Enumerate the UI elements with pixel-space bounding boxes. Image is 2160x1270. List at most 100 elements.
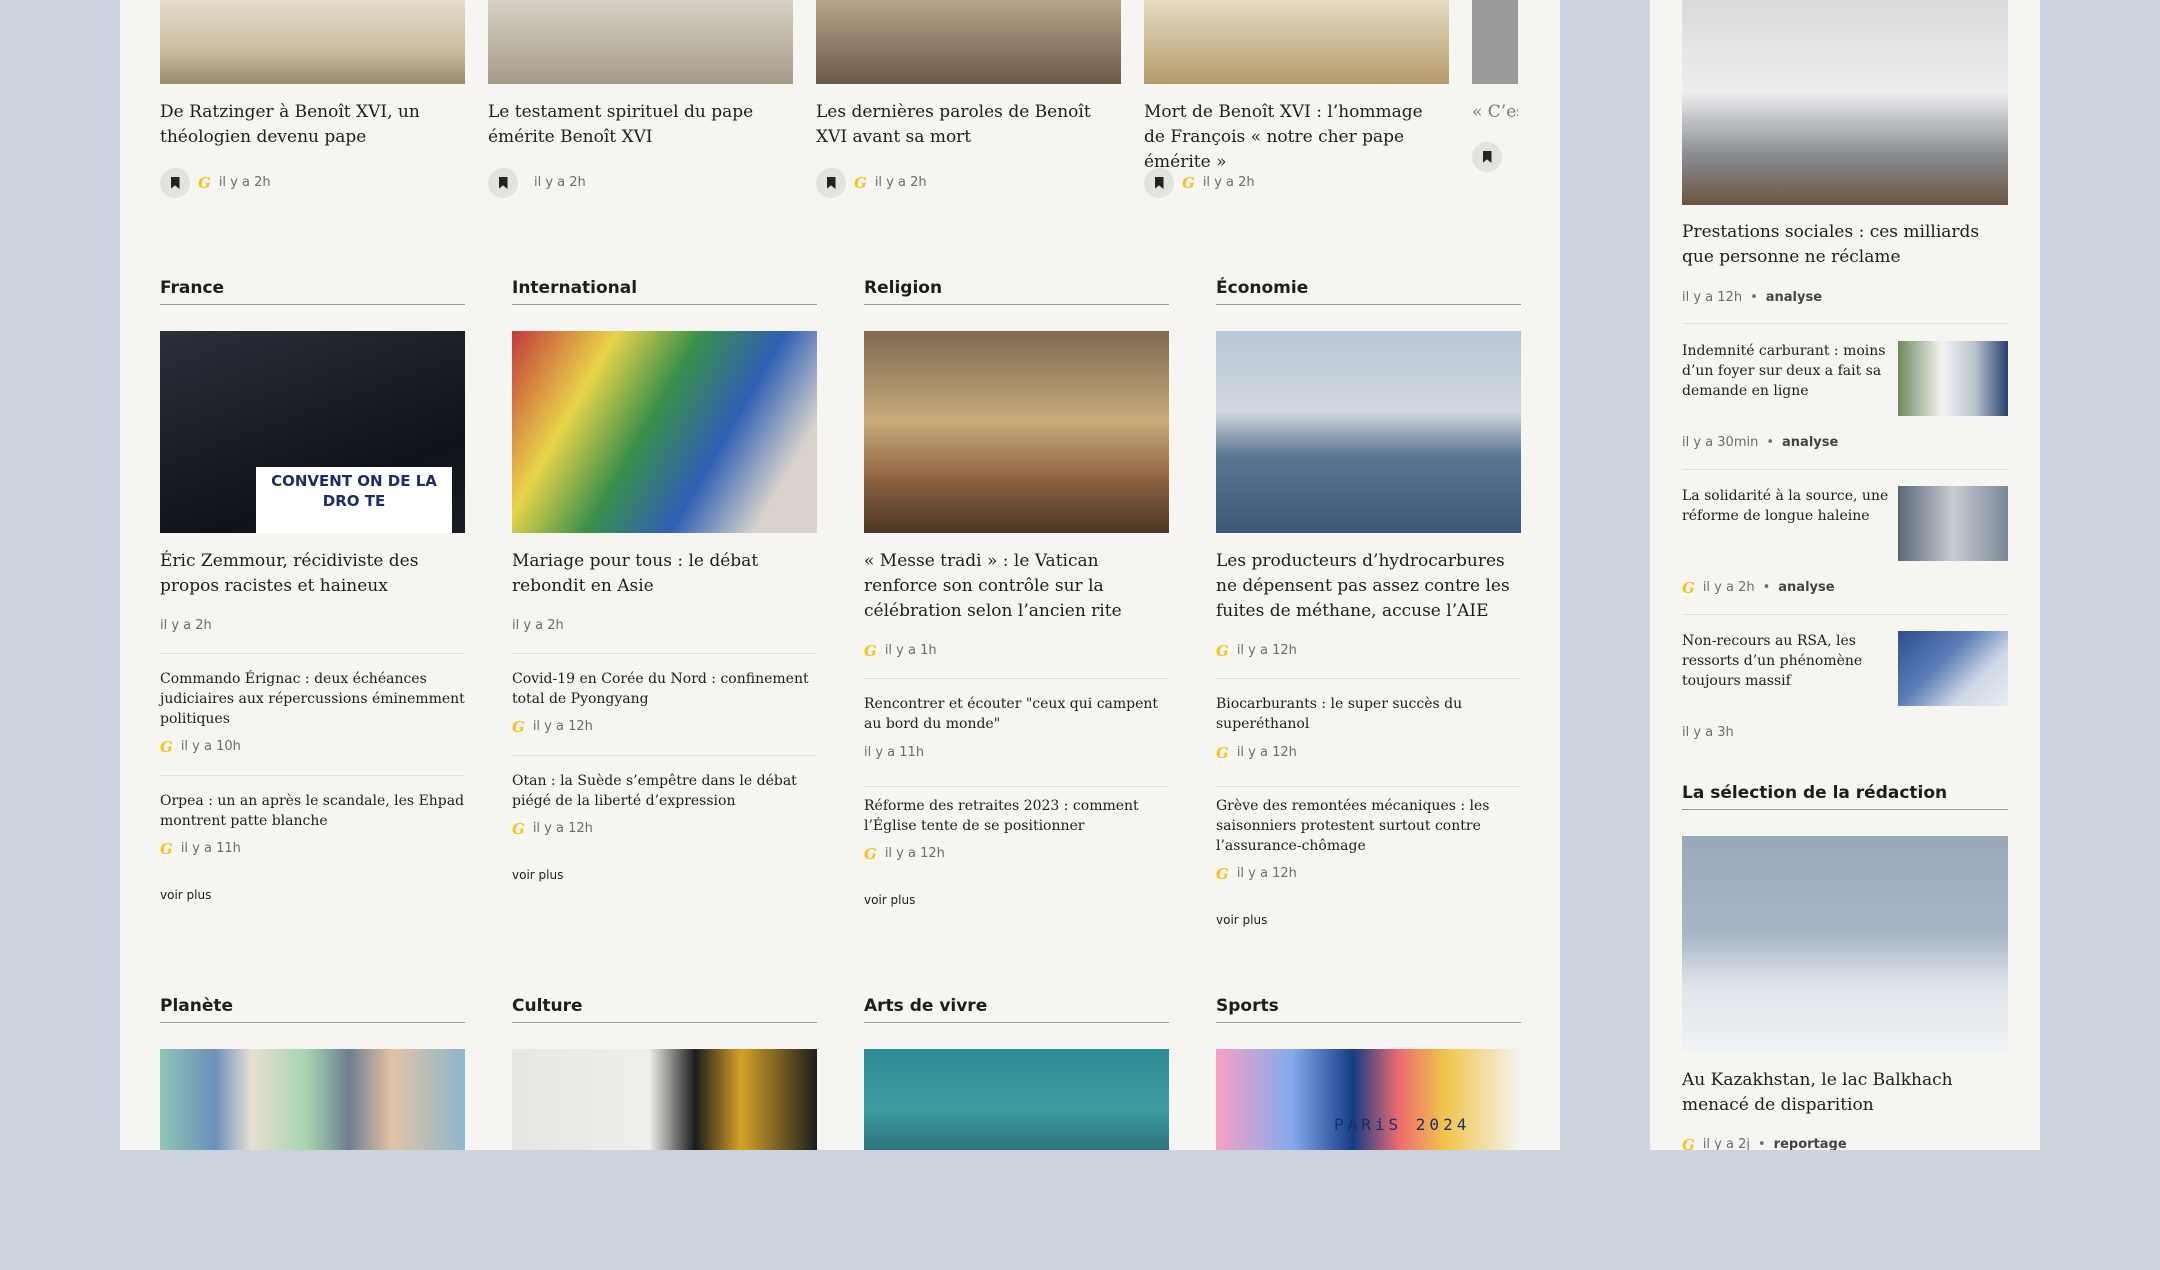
sidebar-item-image[interactable] — [1898, 341, 2008, 416]
sidebar-item-meta: G il y a 2h • analyse — [1682, 580, 1835, 596]
section-heading-culture[interactable]: Culture — [512, 996, 817, 1023]
selection-image[interactable] — [1682, 836, 2008, 1052]
section-heading[interactable]: International — [512, 278, 817, 305]
lead-title[interactable]: Éric Zemmour, récidiviste des propos rac… — [160, 549, 460, 599]
carousel-meta-2: il y a 2h — [488, 168, 586, 198]
section-heading-sports[interactable]: Sports — [1216, 996, 1521, 1023]
selection-heading[interactable]: La sélection de la rédaction — [1682, 783, 2008, 810]
premium-icon: G — [864, 642, 877, 660]
time-label: il y a 2h — [218, 175, 271, 190]
see-more-link[interactable]: voir plus — [1216, 913, 1267, 927]
sidebar-lead-title[interactable]: Prestations sociales : ces milliards que… — [1682, 220, 2008, 270]
time-label: il y a 2h — [874, 175, 927, 190]
list-item-title[interactable]: Covid-19 en Corée du Nord : confinement … — [512, 669, 817, 709]
planete-image[interactable] — [160, 1049, 465, 1150]
bookmark-icon[interactable] — [816, 168, 846, 198]
carousel-meta-4: G il y a 2h — [1144, 168, 1255, 198]
lead-image[interactable]: CONVENT ON DE LA DRO TE — [160, 331, 465, 533]
sidebar-item-title[interactable]: Indemnité carburant : moins d’un foyer s… — [1682, 341, 1892, 401]
tag-label: analyse — [1778, 580, 1835, 595]
list-item-meta: G il y a 12h — [1216, 866, 1297, 882]
time-label: il y a 12h — [532, 719, 593, 734]
time-label: il y a 1h — [884, 643, 937, 658]
section-heading[interactable]: France — [160, 278, 465, 305]
carousel-title-1[interactable]: De Ratzinger à Benoît XVI, un théologien… — [160, 100, 460, 150]
tag-label: reportage — [1773, 1137, 1847, 1150]
bookmark-icon[interactable] — [1472, 142, 1502, 172]
divider — [1682, 323, 2008, 324]
list-item-title[interactable]: Orpea : un an après le scandale, les Ehp… — [160, 791, 465, 831]
bookmark-icon[interactable] — [160, 168, 190, 198]
lead-image[interactable] — [1216, 331, 1521, 533]
list-item-meta: G il y a 11h — [160, 841, 241, 857]
list-item-title[interactable]: Grève des remontées mécaniques : les sai… — [1216, 796, 1521, 856]
time-label: il y a 2h — [534, 175, 586, 190]
selection-meta: G il y a 2j • reportage — [1682, 1137, 1847, 1150]
lead-title[interactable]: Les producteurs d’hydrocarbures ne dépen… — [1216, 549, 1521, 624]
selection-title[interactable]: Au Kazakhstan, le lac Balkhach menacé de… — [1682, 1068, 2008, 1118]
see-more-link[interactable]: voir plus — [512, 868, 563, 882]
sidebar-item-title[interactable]: La solidarité à la source, une réforme d… — [1682, 486, 1892, 526]
carousel-image-1[interactable] — [160, 0, 465, 84]
premium-icon: G — [1682, 1136, 1695, 1150]
sidebar-item-meta: il y a 30min • analyse — [1682, 435, 1838, 451]
lead-image[interactable] — [864, 331, 1169, 533]
carousel-title-4[interactable]: Mort de Benoît XVI : l’hommage de Franço… — [1144, 100, 1449, 175]
time-label: il y a 30min — [1682, 435, 1759, 450]
list-item-meta: G il y a 12h — [1216, 745, 1297, 761]
premium-icon: G — [1216, 865, 1229, 883]
sidebar-lead-image[interactable] — [1682, 0, 2008, 205]
main-content: De Ratzinger à Benoît XVI, un théologien… — [120, 0, 1560, 1150]
premium-icon: G — [160, 738, 173, 756]
time-label: il y a 12h — [532, 821, 593, 836]
carousel-title-5[interactable]: « C’es — [1472, 100, 1518, 125]
lead-image[interactable] — [512, 331, 817, 533]
sidebar-item-image[interactable] — [1898, 486, 2008, 561]
arts-de-vivre-image[interactable] — [864, 1049, 1169, 1150]
time-label: il y a 3h — [1682, 725, 1734, 740]
list-item-title[interactable]: Commando Érignac : deux échéances judici… — [160, 669, 465, 729]
list-item-title[interactable]: Rencontrer et écouter "ceux qui campent … — [864, 694, 1169, 734]
time-label: il y a 2h — [1202, 175, 1255, 190]
time-label: il y a 12h — [1236, 643, 1297, 658]
carousel-image-2[interactable] — [488, 0, 793, 84]
time-label: il y a 12h — [884, 846, 945, 861]
premium-icon: G — [864, 845, 877, 863]
separator-dot: • — [1757, 1137, 1766, 1150]
time-label: il y a 2h — [160, 618, 212, 633]
list-item-title[interactable]: Réforme des retraites 2023 : comment l’É… — [864, 796, 1169, 836]
sports-image[interactable]: PARiS 2024 — [1216, 1049, 1521, 1150]
divider — [1682, 614, 2008, 615]
lead-title[interactable]: « Messe tradi » : le Vatican renforce so… — [864, 549, 1169, 624]
carousel-image-5[interactable] — [1472, 0, 1518, 84]
divider — [160, 775, 465, 776]
divider — [864, 678, 1169, 679]
section-heading[interactable]: Religion — [864, 278, 1169, 305]
divider — [1216, 786, 1521, 787]
podium-sign: CONVENT ON DE LA DRO TE — [256, 467, 452, 533]
carousel-image-3[interactable] — [816, 0, 1121, 84]
bookmark-icon[interactable] — [1144, 168, 1174, 198]
section-heading[interactable]: Économie — [1216, 278, 1521, 305]
section-heading-arts-de-vivre[interactable]: Arts de vivre — [864, 996, 1169, 1023]
lead-meta: G il y a 12h — [1216, 643, 1297, 659]
separator-dot: • — [1750, 290, 1758, 305]
carousel-title-2[interactable]: Le testament spirituel du pape émérite B… — [488, 100, 788, 150]
see-more-link[interactable]: voir plus — [160, 888, 211, 902]
premium-icon: G — [1682, 579, 1695, 597]
list-item-title[interactable]: Biocarburants : le super succès du super… — [1216, 694, 1521, 734]
time-label: il y a 12h — [1236, 745, 1297, 760]
list-item-title[interactable]: Otan : la Suède s’empêtre dans le débat … — [512, 771, 817, 811]
carousel-image-4[interactable] — [1144, 0, 1449, 84]
sidebar-item-title[interactable]: Non-recours au RSA, les ressorts d’un ph… — [1682, 631, 1892, 691]
see-more-link[interactable]: voir plus — [864, 893, 915, 907]
list-item-meta: G il y a 12h — [864, 846, 945, 862]
premium-icon: G — [854, 174, 867, 192]
list-item-meta: G il y a 12h — [512, 821, 593, 837]
bookmark-icon[interactable] — [488, 168, 518, 198]
lead-title[interactable]: Mariage pour tous : le débat rebondit en… — [512, 549, 812, 599]
carousel-title-3[interactable]: Les dernières paroles de Benoît XVI avan… — [816, 100, 1121, 150]
sidebar-item-image[interactable] — [1898, 631, 2008, 706]
culture-image[interactable] — [512, 1049, 817, 1150]
section-heading-planete[interactable]: Planète — [160, 996, 465, 1023]
